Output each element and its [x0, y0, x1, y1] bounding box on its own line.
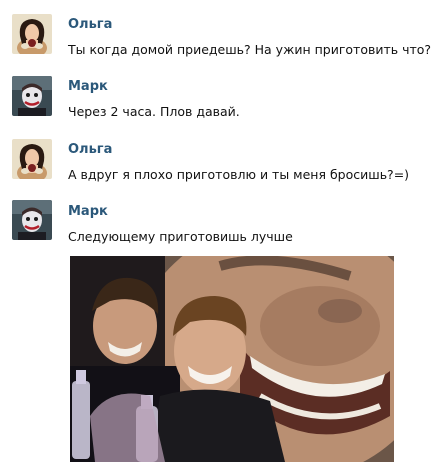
message-text: А вдруг я плохо приготовлю и ты меня бро… [68, 167, 410, 182]
message-text: Следующему приготовишь лучше [68, 229, 293, 244]
message-text: Через 2 часа. Плов давай. [68, 104, 240, 119]
olga-avatar-icon[interactable] [12, 14, 52, 54]
author-name[interactable]: Марк [68, 204, 108, 219]
author-name[interactable]: Марк [68, 79, 108, 94]
olga-avatar-icon[interactable] [12, 139, 52, 179]
mark-avatar-icon[interactable] [12, 200, 52, 240]
author-name[interactable]: Ольга [68, 142, 112, 157]
mark-avatar-icon[interactable] [12, 76, 52, 116]
author-name[interactable]: Ольга [68, 17, 112, 32]
attached-photo[interactable] [70, 256, 394, 462]
message-text: Ты когда домой приедешь? На ужин пригото… [68, 42, 432, 57]
